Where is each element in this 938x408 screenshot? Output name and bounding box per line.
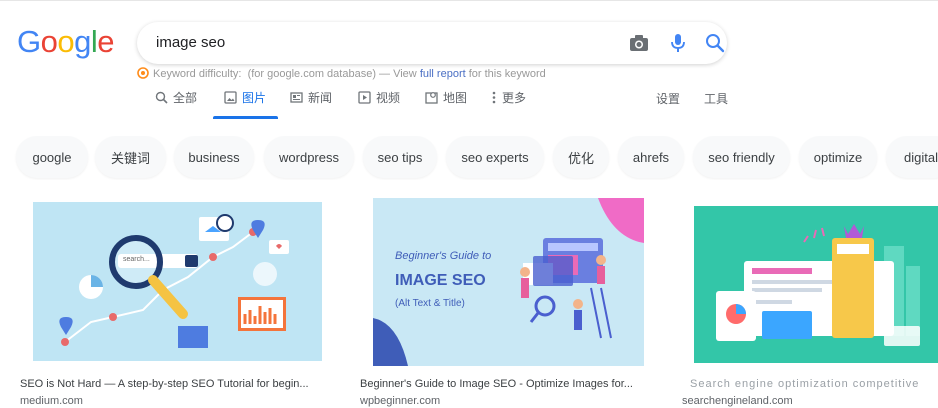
kd-suffix: for this keyword bbox=[468, 68, 546, 80]
kd-middle: (for google.com database) — View bbox=[247, 68, 417, 80]
result-title[interactable]: Search engine optimization competitive bbox=[690, 378, 938, 390]
result-thumbnail-seo-tutorial[interactable]: search... bbox=[33, 202, 322, 361]
tab-maps[interactable]: 地图 bbox=[425, 89, 467, 106]
tab-all[interactable]: 全部 bbox=[155, 89, 197, 106]
result-thumbnail-search-engine-land[interactable] bbox=[694, 206, 938, 363]
active-tab-indicator bbox=[213, 116, 278, 119]
camera-icon[interactable] bbox=[628, 32, 650, 54]
top-divider bbox=[0, 0, 938, 1]
tab-label: 全部 bbox=[173, 91, 198, 105]
tab-label: 地图 bbox=[443, 91, 468, 105]
logo-letter: o bbox=[40, 24, 58, 59]
chip[interactable]: wordpress bbox=[264, 136, 354, 178]
chip[interactable]: seo tips bbox=[363, 136, 437, 178]
logo-letter: G bbox=[17, 24, 41, 59]
chip[interactable]: digital bbox=[886, 136, 938, 178]
chip[interactable]: 关键词 bbox=[95, 136, 166, 178]
map-icon bbox=[425, 92, 438, 104]
google-logo[interactable]: Google bbox=[17, 24, 115, 60]
tab-images[interactable]: 图片 bbox=[224, 89, 266, 106]
image-sub-text: (Alt Text & Title) bbox=[395, 298, 465, 309]
image-heading-text: Beginner's Guide to bbox=[395, 250, 492, 262]
logo-letter: g bbox=[74, 24, 91, 59]
seo-illustration bbox=[33, 202, 322, 361]
chip[interactable]: seo friendly bbox=[693, 136, 790, 178]
chip[interactable]: ahrefs bbox=[618, 136, 684, 178]
chip[interactable]: optimize bbox=[799, 136, 877, 178]
tools-link[interactable]: 工具 bbox=[704, 90, 728, 107]
search-icon[interactable] bbox=[704, 32, 726, 54]
result-title[interactable]: SEO is Not Hard — A step-by-step SEO Tut… bbox=[20, 378, 340, 390]
image-search-text: search... bbox=[123, 256, 150, 263]
tab-label: 更多 bbox=[502, 91, 527, 105]
chip[interactable]: google bbox=[16, 136, 88, 178]
result-title[interactable]: Beginner's Guide to Image SEO - Optimize… bbox=[360, 378, 660, 390]
keyword-difficulty-line: Keyword difficulty: (for google.com data… bbox=[137, 67, 546, 80]
result-domain[interactable]: searchengineland.com bbox=[682, 395, 793, 407]
chip[interactable]: 优化 bbox=[553, 136, 609, 178]
chip[interactable]: seo experts bbox=[446, 136, 544, 178]
logo-letter: e bbox=[97, 24, 115, 59]
search-icon bbox=[155, 91, 168, 104]
tab-news[interactable]: 新闻 bbox=[290, 89, 332, 106]
related-chips: google 关键词 business wordpress seo tips s… bbox=[0, 136, 938, 180]
search-box[interactable]: image seo bbox=[137, 22, 727, 64]
kd-prefix: Keyword difficulty: bbox=[153, 68, 242, 80]
tab-videos[interactable]: 视频 bbox=[358, 89, 400, 106]
result-domain[interactable]: medium.com bbox=[20, 395, 83, 407]
more-icon bbox=[492, 91, 496, 104]
tab-label: 视频 bbox=[376, 91, 401, 105]
chip[interactable]: business bbox=[174, 136, 254, 178]
video-icon bbox=[358, 91, 371, 104]
image-icon bbox=[224, 91, 237, 104]
tab-more[interactable]: 更多 bbox=[491, 89, 526, 106]
image-big-text: IMAGE SEO bbox=[395, 272, 486, 289]
result-domain[interactable]: wpbeginner.com bbox=[360, 395, 440, 407]
tab-label: 新闻 bbox=[308, 91, 333, 105]
semrush-icon bbox=[137, 67, 149, 79]
tab-label: 图片 bbox=[242, 91, 267, 105]
mic-icon[interactable] bbox=[667, 32, 689, 54]
search-input[interactable]: image seo bbox=[156, 34, 225, 51]
result-thumbnail-image-seo-guide[interactable]: Beginner's Guide to IMAGE SEO (Alt Text … bbox=[373, 198, 644, 366]
logo-letter: o bbox=[57, 24, 75, 59]
news-icon bbox=[290, 92, 303, 103]
settings-link[interactable]: 设置 bbox=[656, 90, 680, 107]
full-report-link[interactable]: full report bbox=[420, 68, 466, 80]
search-engine-illustration bbox=[694, 206, 938, 363]
